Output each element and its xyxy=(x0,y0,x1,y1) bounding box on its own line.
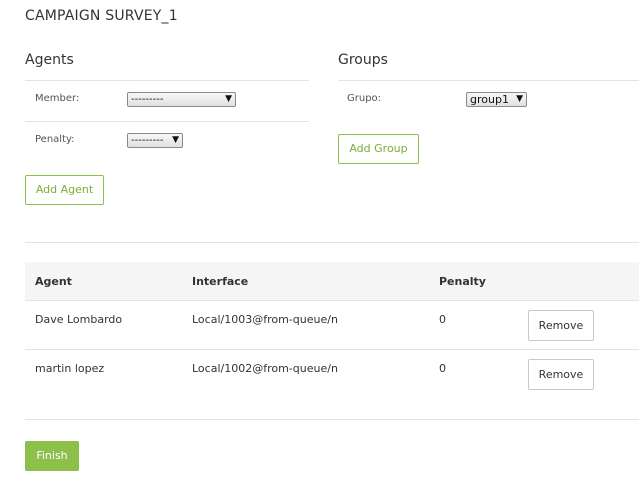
groups-section-title: Groups xyxy=(338,52,388,68)
caret-down-icon: ▼ xyxy=(172,135,179,145)
penalty-select-value: --------- xyxy=(131,135,164,146)
column-header-interface: Interface xyxy=(192,275,249,288)
add-group-button[interactable]: Add Group xyxy=(338,134,419,164)
page-title: CAMPAIGN SURVEY_1 xyxy=(25,8,178,24)
row-agent-name: martin lopez xyxy=(35,362,105,375)
section-divider xyxy=(25,242,639,243)
row-divider xyxy=(25,349,639,350)
penalty-select[interactable]: --------- ▼ xyxy=(127,133,183,148)
group-select-value: group1 xyxy=(470,93,509,106)
table-header-divider xyxy=(25,300,639,301)
member-row-divider xyxy=(25,121,309,122)
table-header xyxy=(25,262,639,300)
row-penalty: 0 xyxy=(439,313,446,326)
remove-button[interactable]: Remove xyxy=(528,359,594,390)
caret-down-icon: ▼ xyxy=(516,94,523,104)
add-agent-button[interactable]: Add Agent xyxy=(25,175,104,205)
group-select[interactable]: group1 ▼ xyxy=(466,92,527,107)
table-bottom-divider xyxy=(25,419,639,420)
agents-divider xyxy=(25,80,309,81)
row-penalty: 0 xyxy=(439,362,446,375)
finish-button[interactable]: Finish xyxy=(25,441,79,471)
member-select[interactable]: --------- ▼ xyxy=(127,92,236,107)
member-select-value: --------- xyxy=(131,94,164,105)
row-agent-name: Dave Lombardo xyxy=(35,313,123,326)
caret-down-icon: ▼ xyxy=(225,94,232,104)
penalty-label: Penalty: xyxy=(35,134,75,145)
row-interface: Local/1002@from-queue/n xyxy=(192,362,338,375)
column-header-penalty: Penalty xyxy=(439,275,486,288)
member-label: Member: xyxy=(35,93,80,104)
row-interface: Local/1003@from-queue/n xyxy=(192,313,338,326)
agents-section-title: Agents xyxy=(25,52,74,68)
groups-divider xyxy=(338,80,639,81)
column-header-agent: Agent xyxy=(35,275,72,288)
remove-button[interactable]: Remove xyxy=(528,310,594,341)
grupo-label: Grupo: xyxy=(347,93,382,104)
